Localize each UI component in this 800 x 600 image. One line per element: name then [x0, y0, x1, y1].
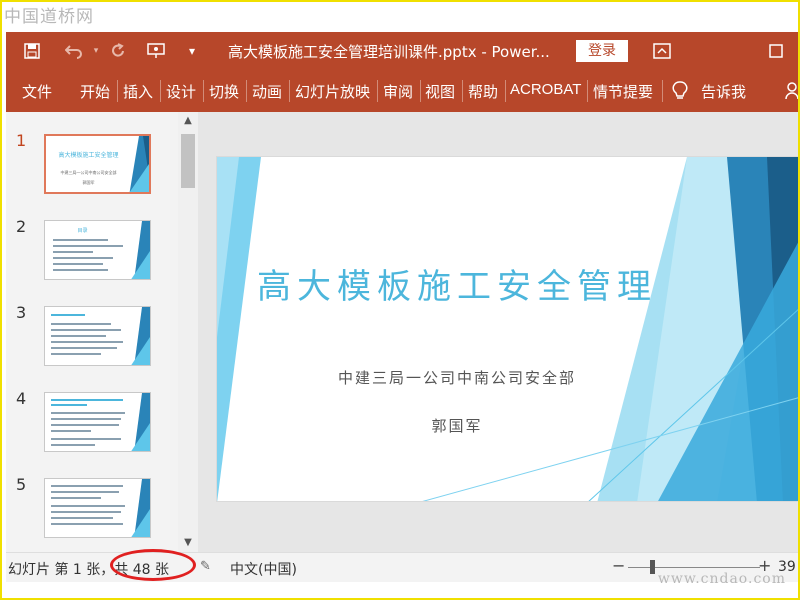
language-indicator[interactable]: 中文(中国) [230, 559, 297, 579]
slide-subtitle[interactable]: 中建三局一公司中南公司安全部 [217, 367, 697, 388]
thumbnail-number: 2 [16, 217, 27, 236]
lightbulb-icon[interactable] [670, 81, 690, 101]
redo-icon[interactable] [108, 41, 128, 61]
tab-design[interactable]: 设计 [166, 81, 196, 102]
zoom-out-button[interactable]: − [612, 556, 625, 575]
ribbon-tabs: 文件 开始 插入 设计 切换 动画 幻灯片放映 审阅 视图 帮助 ACROBAT… [6, 70, 800, 112]
tab-review[interactable]: 审阅 [383, 81, 413, 102]
thumbnail-subtitle: 中建三局一公司中南公司安全部 [60, 170, 117, 175]
slide-thumbnail-4[interactable] [44, 392, 151, 452]
tell-me-search[interactable]: 告诉我 [701, 81, 746, 102]
tab-insert[interactable]: 插入 [123, 81, 153, 102]
tab-storyboard[interactable]: 情节提要 [593, 81, 653, 102]
thumbnail-number: 4 [16, 389, 27, 408]
slide-thumbnail-2[interactable]: 目录 [44, 220, 151, 280]
slide-title[interactable]: 高大模板施工安全管理 [217, 259, 697, 308]
tab-slideshow[interactable]: 幻灯片放映 [295, 81, 370, 102]
slide-thumbnail-3[interactable] [44, 306, 151, 366]
scroll-thumb[interactable] [181, 134, 195, 188]
slide-author[interactable]: 郭国军 [217, 415, 697, 436]
login-button[interactable]: 登录 [576, 40, 628, 62]
scroll-down-icon[interactable]: ▼ [178, 534, 198, 552]
slide-thumbnail-1[interactable]: 高大模板施工安全管理 中建三局一公司中南公司安全部 郭国军 [44, 134, 151, 194]
watermark-bottom: www.cndao.com [657, 571, 786, 587]
window-title: 高大模板施工安全管理培训课件.pptx - Power... [228, 43, 550, 61]
current-slide[interactable]: 高大模板施工安全管理 中建三局一公司中南公司安全部 郭国军 [216, 156, 800, 502]
slide-thumbnail-5[interactable] [44, 478, 151, 538]
thumbnail-title: 目录 [77, 228, 88, 234]
save-icon[interactable] [22, 41, 42, 61]
tab-transitions[interactable]: 切换 [209, 81, 239, 102]
title-bar: ▾ ▾ 高大模板施工安全管理培训课件.pptx - Power... 登录 [6, 32, 800, 70]
annotation-circle [110, 549, 196, 581]
tab-view[interactable]: 视图 [425, 81, 455, 102]
spellcheck-icon[interactable]: ✎ [200, 559, 211, 574]
tab-animations[interactable]: 动画 [252, 81, 282, 102]
tab-acrobat[interactable]: ACROBAT [510, 81, 581, 98]
thumbnail-number: 1 [16, 131, 27, 150]
scroll-up-icon[interactable]: ▲ [178, 112, 198, 130]
maximize-icon[interactable] [766, 41, 786, 61]
zoom-slider-track[interactable] [628, 567, 760, 568]
undo-dropdown-icon[interactable]: ▾ [86, 41, 106, 61]
thumbnail-title: 高大模板施工安全管理 [58, 152, 119, 159]
customize-icon[interactable]: ▾ [182, 41, 202, 61]
thumbnail-author: 郭国军 [82, 180, 95, 185]
tab-file[interactable]: 文件 [22, 81, 52, 102]
zoom-slider-knob[interactable] [650, 560, 655, 574]
thumbnail-scrollbar[interactable]: ▲ ▼ [178, 112, 198, 552]
thumbnail-number: 5 [16, 475, 27, 494]
ribbon-display-icon[interactable] [652, 41, 672, 61]
watermark-top: 中国道桥网 [4, 7, 94, 27]
undo-icon[interactable] [64, 41, 84, 61]
present-icon[interactable] [146, 41, 166, 61]
slide-decoration [217, 157, 799, 501]
pane-divider [198, 112, 206, 552]
share-icon[interactable] [782, 81, 800, 101]
thumbnail-number: 3 [16, 303, 27, 322]
tab-help[interactable]: 帮助 [468, 81, 498, 102]
tab-home[interactable]: 开始 [80, 81, 110, 102]
